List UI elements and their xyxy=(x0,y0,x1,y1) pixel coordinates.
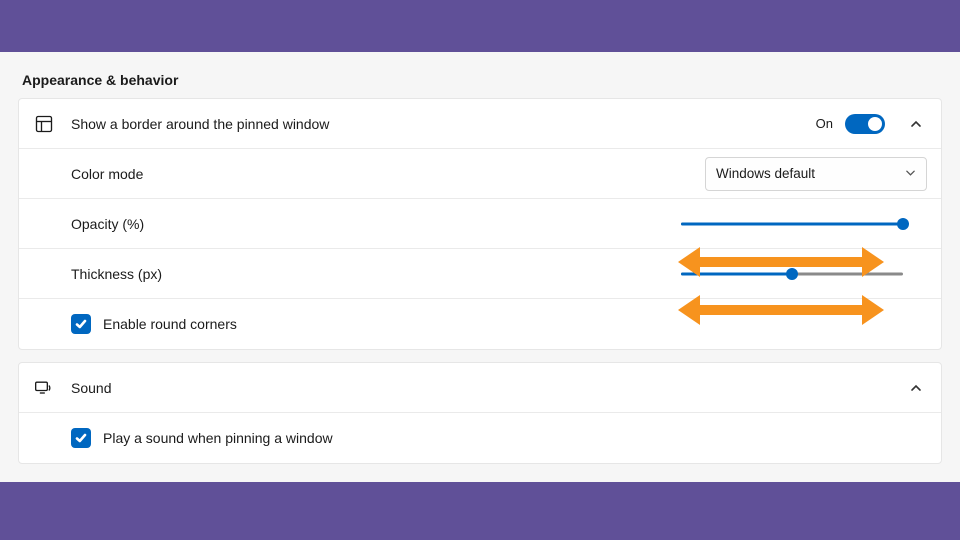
sound-title: Sound xyxy=(71,380,111,396)
play-sound-row[interactable]: Play a sound when pinning a window xyxy=(19,413,941,463)
play-sound-checkbox[interactable] xyxy=(71,428,91,448)
sound-card: Sound Play a sound when pinning a window xyxy=(18,362,942,464)
thickness-label: Thickness (px) xyxy=(71,266,162,282)
border-toggle[interactable] xyxy=(845,114,885,134)
toggle-state-label: On xyxy=(816,116,833,131)
play-sound-label: Play a sound when pinning a window xyxy=(103,430,333,446)
thickness-slider[interactable] xyxy=(681,263,903,285)
color-mode-value: Windows default xyxy=(716,166,815,181)
sound-icon xyxy=(33,377,55,399)
round-corners-label: Enable round corners xyxy=(103,316,237,332)
settings-panel: Appearance & behavior Show a border arou… xyxy=(0,52,960,482)
round-corners-row[interactable]: Enable round corners xyxy=(19,299,941,349)
border-header-row[interactable]: Show a border around the pinned window O… xyxy=(19,99,941,149)
round-corners-checkbox[interactable] xyxy=(71,314,91,334)
thickness-row: Thickness (px) xyxy=(19,249,941,299)
border-title: Show a border around the pinned window xyxy=(71,116,329,132)
color-mode-label: Color mode xyxy=(71,166,143,182)
chevron-down-icon xyxy=(905,166,916,181)
sound-header-row[interactable]: Sound xyxy=(19,363,941,413)
opacity-label: Opacity (%) xyxy=(71,216,144,232)
section-title: Appearance & behavior xyxy=(22,72,942,88)
collapse-chevron-icon[interactable] xyxy=(905,113,927,135)
collapse-chevron-icon[interactable] xyxy=(905,377,927,399)
color-mode-row: Color mode Windows default xyxy=(19,149,941,199)
border-icon xyxy=(33,113,55,135)
opacity-slider[interactable] xyxy=(681,213,903,235)
border-card: Show a border around the pinned window O… xyxy=(18,98,942,350)
opacity-row: Opacity (%) xyxy=(19,199,941,249)
color-mode-dropdown[interactable]: Windows default xyxy=(705,157,927,191)
